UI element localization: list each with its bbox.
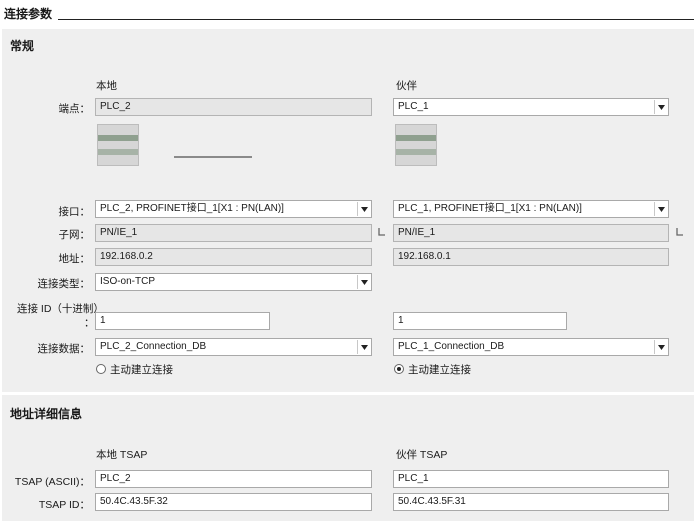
local-tsap-ascii-input[interactable]: PLC_2 [95, 470, 372, 488]
local-endpoint-value: PLC_2 [100, 101, 131, 112]
partner-active-connection-label: 主动建立连接 [408, 364, 471, 376]
partner-tsap-id-value: 50.4C.43.5F.31 [398, 496, 466, 507]
chevron-down-icon[interactable] [654, 202, 667, 216]
network-pin-icon [676, 228, 683, 236]
address-details-title: 地址详细信息 [10, 407, 83, 421]
local-address-value: 192.168.0.2 [100, 251, 153, 262]
local-endpoint-field: PLC_2 [95, 98, 372, 116]
partner-address-value: 192.168.0.1 [398, 251, 451, 262]
network-pin-icon [378, 228, 385, 236]
endpoint-label: 端点： [58, 103, 91, 115]
local-tsap-id-value: 50.4C.43.5F.32 [100, 496, 168, 507]
subnet-label: 子网： [58, 229, 91, 241]
partner-active-connection-radio[interactable] [394, 364, 404, 374]
local-subnet-field: PN/IE_1 [95, 224, 372, 242]
partner-connection-id-input[interactable]: 1 [393, 312, 567, 330]
connection-data-label: 连接数据： [37, 343, 91, 355]
connection-id-label: 连接 ID（十进制） [17, 303, 104, 315]
partner-subnet-value: PN/IE_1 [398, 227, 436, 238]
tsap-id-label: TSAP ID： [38, 499, 90, 511]
local-tsap-head: 本地 TSAP [96, 449, 148, 461]
partner-plc-device-icon [395, 124, 437, 166]
partner-connection-data-dropdown[interactable]: PLC_1_Connection_DB [393, 338, 669, 356]
general-section-title: 常规 [10, 39, 35, 53]
local-address-field: 192.168.0.2 [95, 248, 372, 266]
local-tsap-id-input[interactable]: 50.4C.43.5F.32 [95, 493, 372, 511]
connection-line [174, 156, 252, 158]
partner-endpoint-dropdown[interactable]: PLC_1 [393, 98, 669, 116]
connection-type-dropdown[interactable]: ISO-on-TCP [95, 273, 372, 291]
local-plc-device-icon [97, 124, 139, 166]
chevron-down-icon[interactable] [654, 100, 667, 114]
local-interface-dropdown[interactable]: PLC_2, PROFINET接口_1[X1 : PN(LAN)] [95, 200, 372, 218]
partner-tsap-id-input[interactable]: 50.4C.43.5F.31 [393, 493, 669, 511]
local-interface-value: PLC_2, PROFINET接口_1[X1 : PN(LAN)] [100, 203, 284, 214]
chevron-down-icon[interactable] [357, 340, 370, 354]
header-divider [58, 19, 694, 20]
connection-id-colon: ： [84, 317, 95, 329]
local-column-head: 本地 [96, 80, 117, 92]
connection-type-label: 连接类型： [37, 278, 91, 290]
partner-interface-value: PLC_1, PROFINET接口_1[X1 : PN(LAN)] [398, 203, 582, 214]
partner-tsap-head: 伙伴 TSAP [396, 449, 448, 461]
partner-tsap-ascii-value: PLC_1 [398, 473, 429, 484]
chevron-down-icon[interactable] [654, 340, 667, 354]
tsap-ascii-label: TSAP (ASCII)： [14, 476, 90, 488]
chevron-down-icon[interactable] [357, 202, 370, 216]
partner-interface-dropdown[interactable]: PLC_1, PROFINET接口_1[X1 : PN(LAN)] [393, 200, 669, 218]
local-connection-id-value: 1 [100, 315, 106, 326]
address-label: 地址： [58, 253, 91, 265]
page-title: 连接参数 [4, 7, 53, 21]
interface-label: 接口： [58, 206, 91, 218]
local-connection-data-dropdown[interactable]: PLC_2_Connection_DB [95, 338, 372, 356]
partner-endpoint-value: PLC_1 [398, 101, 429, 112]
partner-address-field: 192.168.0.1 [393, 248, 669, 266]
local-connection-id-input[interactable]: 1 [95, 312, 270, 330]
local-connection-data-value: PLC_2_Connection_DB [100, 341, 207, 352]
partner-connection-data-value: PLC_1_Connection_DB [398, 341, 505, 352]
local-active-connection-radio[interactable] [96, 364, 106, 374]
partner-connection-id-value: 1 [398, 315, 404, 326]
partner-column-head: 伙伴 [396, 80, 417, 92]
local-tsap-ascii-value: PLC_2 [100, 473, 131, 484]
local-active-connection-label: 主动建立连接 [110, 364, 173, 376]
connection-type-value: ISO-on-TCP [100, 276, 156, 287]
local-subnet-value: PN/IE_1 [100, 227, 138, 238]
chevron-down-icon[interactable] [357, 275, 370, 289]
partner-tsap-ascii-input[interactable]: PLC_1 [393, 470, 669, 488]
partner-subnet-field: PN/IE_1 [393, 224, 669, 242]
